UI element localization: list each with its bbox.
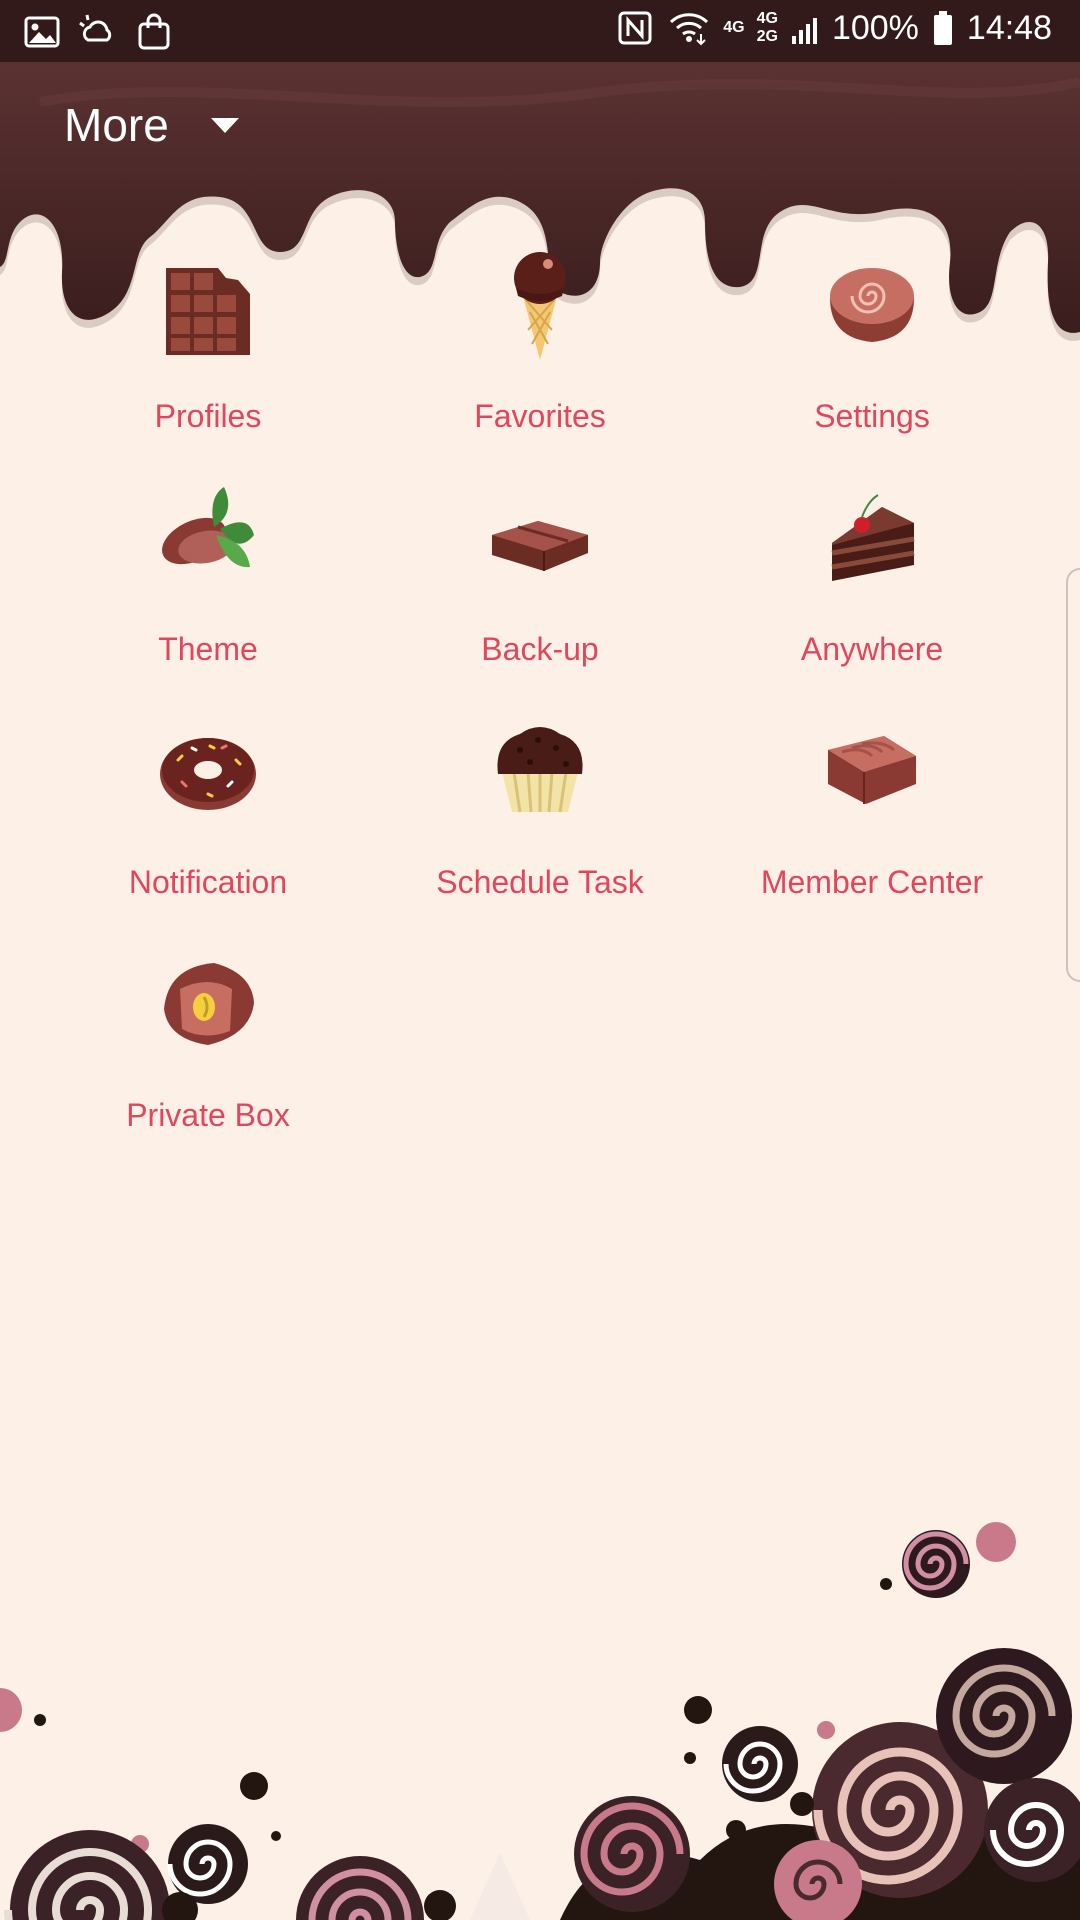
nfc-icon bbox=[618, 11, 652, 45]
menu-item-label: Schedule Task bbox=[436, 864, 644, 900]
chocolate-block-icon bbox=[492, 521, 588, 571]
battery-icon bbox=[933, 11, 952, 45]
donut-icon bbox=[160, 738, 256, 810]
menu-item-back-up[interactable]: Back-up bbox=[390, 483, 690, 693]
menu-item-schedule-task[interactable]: Schedule Task bbox=[390, 716, 690, 926]
menu-item-label: Member Center bbox=[760, 864, 984, 900]
menu-item-label: Profiles bbox=[154, 398, 262, 434]
menu-item-anywhere[interactable]: Anywhere bbox=[722, 483, 1022, 693]
caret-down-icon bbox=[210, 117, 239, 133]
network-type-2: 4G 2G bbox=[757, 11, 778, 45]
gallery-icon bbox=[24, 16, 60, 48]
menu-item-theme[interactable]: Theme bbox=[58, 483, 358, 693]
candy-decoration bbox=[0, 1522, 1080, 1920]
edge-panel-handle[interactable] bbox=[1066, 568, 1080, 982]
menu-item-member-center[interactable]: Member Center bbox=[722, 716, 1022, 926]
menu-item-label: Settings bbox=[814, 398, 930, 434]
menu-item-label: Back-up bbox=[481, 631, 599, 667]
chocolate-bar-icon bbox=[166, 268, 250, 355]
cake-slice-icon bbox=[831, 494, 915, 581]
ice-cream-cone-icon bbox=[514, 252, 566, 360]
menu-item-favorites[interactable]: Favorites bbox=[390, 250, 690, 460]
cocoa-pod-icon bbox=[162, 487, 254, 568]
menu-item-notification[interactable]: Notification bbox=[58, 716, 358, 926]
truffle-icon bbox=[164, 963, 254, 1045]
status-bar: 4G 4G 2G 100% 14:48 bbox=[0, 0, 1080, 62]
signal-icon bbox=[791, 18, 817, 44]
clock: 14:48 bbox=[966, 8, 1052, 47]
menu-item-label: Anywhere bbox=[800, 631, 944, 667]
praline-icon bbox=[828, 736, 916, 804]
menu-item-label: Theme bbox=[158, 631, 258, 667]
menu-item-profiles[interactable]: Profiles bbox=[58, 250, 358, 460]
menu-item-label: Notification bbox=[128, 864, 288, 900]
page-title: More bbox=[64, 99, 169, 151]
network-type-1: 4G bbox=[723, 19, 745, 36]
network-type-2-bottom: 2G bbox=[756, 28, 778, 45]
menu-item-settings[interactable]: Settings bbox=[722, 250, 1022, 460]
swirl-candy-icon bbox=[830, 268, 914, 342]
wifi-icon bbox=[670, 13, 709, 46]
weather-icon bbox=[79, 14, 112, 42]
shopping-bag-icon bbox=[138, 13, 170, 50]
lollipop-swirl bbox=[902, 1530, 970, 1598]
menu-item-label: Private Box bbox=[126, 1097, 290, 1133]
network-type-2-top: 4G bbox=[756, 10, 778, 27]
muffin-icon bbox=[497, 727, 583, 813]
battery-percent: 100% bbox=[831, 8, 919, 47]
menu-item-label: Favorites bbox=[474, 398, 606, 434]
more-dropdown[interactable]: More bbox=[64, 98, 239, 152]
menu-item-private-box[interactable]: Private Box bbox=[58, 949, 358, 1159]
